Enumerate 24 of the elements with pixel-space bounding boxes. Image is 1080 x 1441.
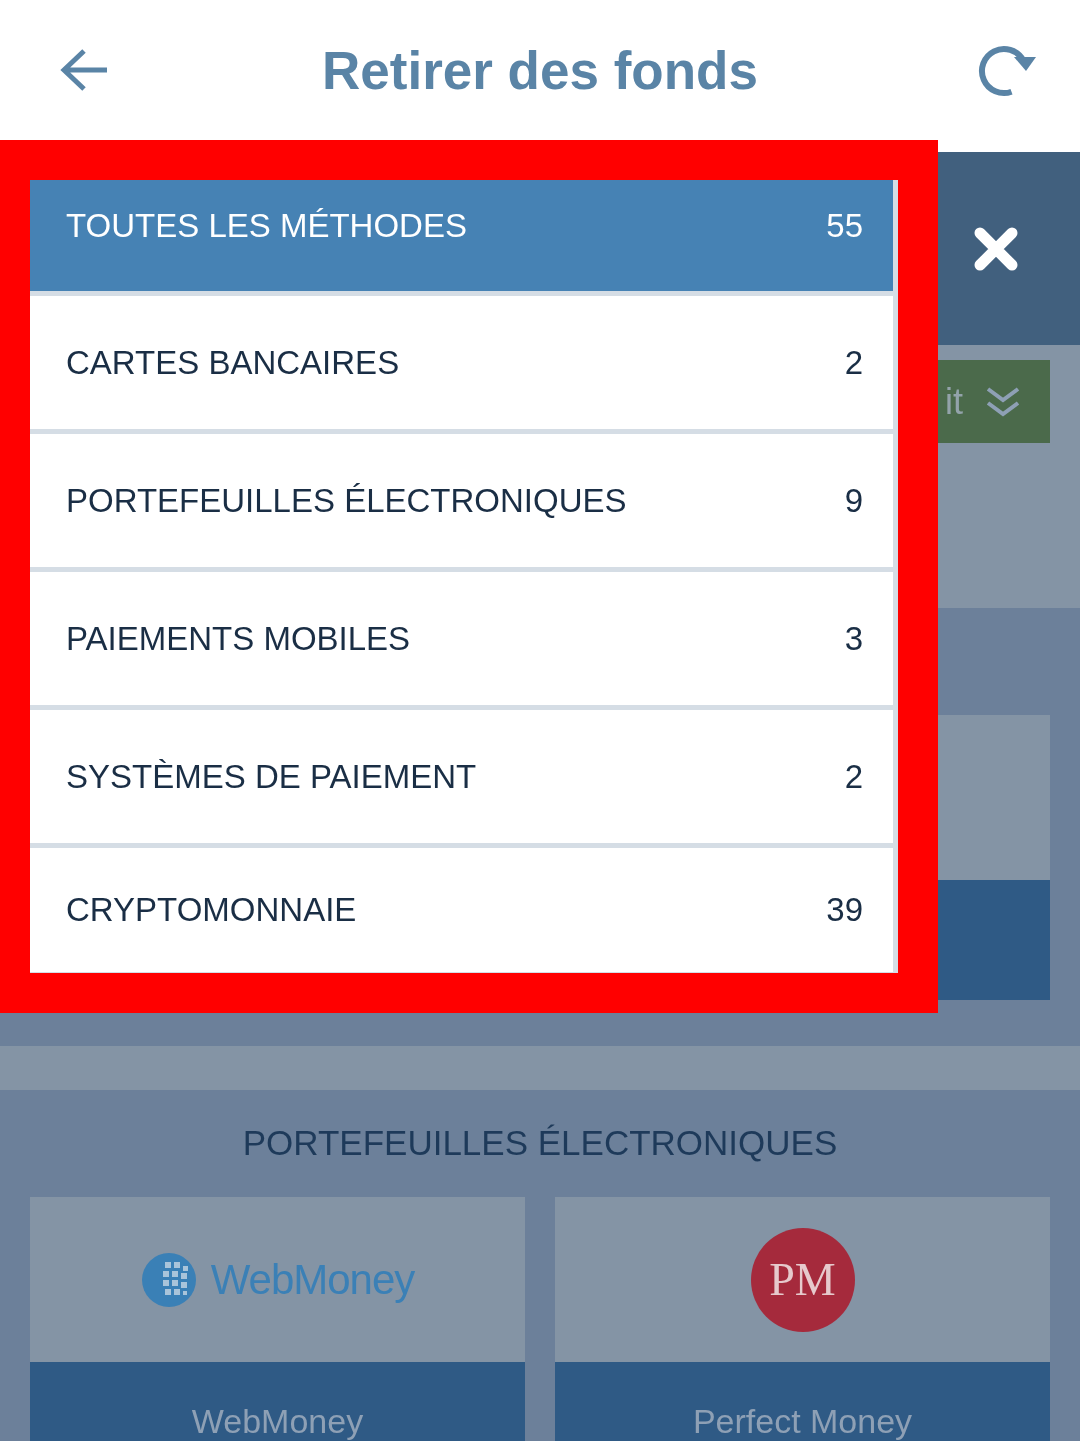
menu-item[interactable]: PORTEFEUILLES ÉLECTRONIQUES 9 bbox=[30, 434, 893, 567]
back-icon[interactable] bbox=[60, 48, 108, 92]
payment-method-card[interactable]: PM Perfect Money bbox=[555, 1197, 1050, 1441]
menu-item[interactable]: CRYPTOMONNAIE 39 bbox=[30, 848, 893, 972]
close-icon[interactable] bbox=[972, 225, 1020, 272]
method-name: Perfect Money bbox=[555, 1362, 1050, 1441]
pm-logo: PM bbox=[750, 1227, 855, 1332]
globe-icon bbox=[140, 1251, 197, 1308]
page-title: Retirer des fonds bbox=[322, 39, 758, 101]
item-count: 3 bbox=[844, 619, 863, 658]
item-count: 39 bbox=[826, 891, 863, 929]
item-count: 55 bbox=[826, 206, 863, 245]
menu-item[interactable]: SYSTÈMES DE PAIEMENT 2 bbox=[30, 710, 893, 843]
method-name: WebMoney bbox=[30, 1362, 525, 1441]
menu-item[interactable]: CARTES BANCAIRES 2 bbox=[30, 296, 893, 429]
double-chevron-icon bbox=[985, 385, 1021, 418]
item-count: 2 bbox=[844, 757, 863, 796]
webmoney-logo-text: WebMoney bbox=[210, 1255, 415, 1304]
section-title: PORTEFEUILLES ÉLECTRONIQUES bbox=[241, 1122, 839, 1164]
refresh-icon[interactable] bbox=[976, 43, 1038, 97]
menu-item[interactable]: PAIEMENTS MOBILES 3 bbox=[30, 572, 893, 705]
item-count: 9 bbox=[844, 481, 863, 520]
item-count: 2 bbox=[844, 343, 863, 382]
menu-item[interactable]: TOUTES LES MÉTHODES 55 bbox=[30, 180, 893, 291]
